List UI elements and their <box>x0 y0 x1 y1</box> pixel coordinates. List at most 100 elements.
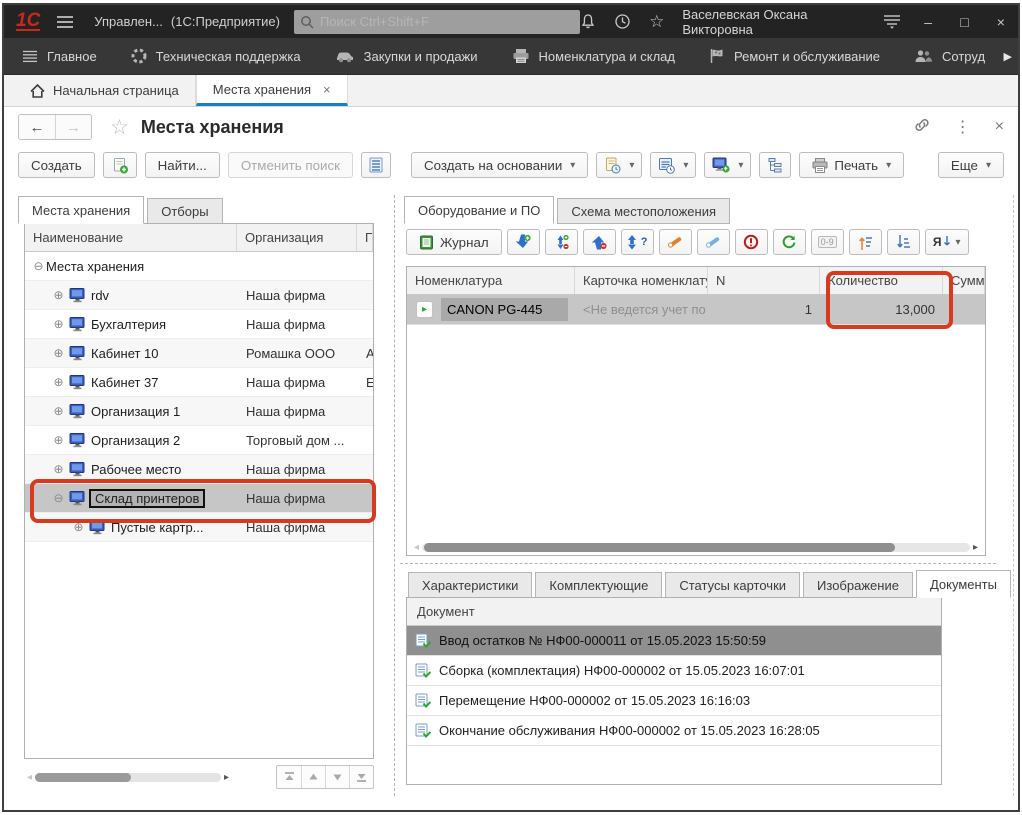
tree-hscrollbar[interactable] <box>35 773 221 782</box>
scroll-down-button[interactable] <box>325 766 349 788</box>
move-in-out-button[interactable] <box>545 229 578 255</box>
expand-icon[interactable]: ⊕ <box>51 462 66 476</box>
scroll-up-button[interactable] <box>301 766 325 788</box>
history-icon[interactable] <box>614 13 631 30</box>
tree-row[interactable]: ⊕ rdvНаша фирма <box>25 281 373 310</box>
service-button[interactable] <box>697 229 730 255</box>
notifications-bell-icon[interactable] <box>580 13 596 30</box>
expand-icon[interactable]: ⊕ <box>71 520 86 534</box>
tree-row[interactable]: ⊖ Склад принтеровНаша фирма <box>25 484 373 513</box>
get-link-icon[interactable] <box>913 117 931 138</box>
hscroll-thumb[interactable] <box>35 773 131 782</box>
forward-button[interactable]: → <box>55 115 91 139</box>
expand-icon[interactable]: ⊕ <box>51 317 66 331</box>
more-button[interactable]: Еще▾ <box>938 152 1004 178</box>
back-button[interactable]: ← <box>19 115 55 139</box>
form-close-icon[interactable]: × <box>995 118 1004 136</box>
sort-ascending-button[interactable] <box>849 229 882 255</box>
scroll-to-bottom-button[interactable] <box>349 766 373 788</box>
column-header-org[interactable]: Организация <box>237 224 357 251</box>
menu-item-purchases[interactable]: Закупки и продажи <box>335 49 478 64</box>
refresh-button[interactable] <box>773 229 806 255</box>
search-input[interactable]: Поиск Ctrl+Shift+F <box>294 10 580 34</box>
minimize-button[interactable]: – <box>919 14 937 30</box>
window-close-button[interactable]: × <box>992 14 1010 30</box>
create-based-on-button[interactable]: Создать на основании▾ <box>411 152 588 178</box>
tab-location-scheme[interactable]: Схема местоположения <box>557 198 730 224</box>
column-header-4[interactable]: Количество <box>820 267 943 294</box>
expand-icon[interactable]: ⊕ <box>51 288 66 302</box>
expand-icon[interactable]: ⊕ <box>51 375 66 389</box>
hscroll-thumb[interactable] <box>424 543 895 552</box>
create-button[interactable]: Создать <box>18 152 95 178</box>
tree-row[interactable]: ⊕ Рабочее местоНаша фирма <box>25 455 373 484</box>
detail-tab-1[interactable]: Характеристики <box>408 572 532 598</box>
maximize-button[interactable]: □ <box>955 14 973 30</box>
column-header-2[interactable]: Карточка номенклатуры <box>575 267 708 294</box>
journal-button[interactable]: Журнал <box>406 229 502 255</box>
tree-row[interactable]: ⊕ Кабинет 37Наша фирмаЕ <box>25 368 373 397</box>
sort-descending-button[interactable] <box>887 229 920 255</box>
document-row[interactable]: Окончание обслуживания НФ00-000002 от 15… <box>407 716 941 746</box>
hierarchy-view-button[interactable] <box>759 152 791 178</box>
print-button[interactable]: Печать▾ <box>799 152 904 178</box>
menu-item-nomenclature[interactable]: Номенклатура и склад <box>512 48 675 64</box>
tab-equipment[interactable]: Оборудование и ПО <box>404 196 554 224</box>
detail-tab-4[interactable]: Изображение <box>803 572 913 598</box>
find-button[interactable]: Найти... <box>145 152 220 178</box>
tree-row[interactable]: ⊕ Пустые картр...Наша фирма <box>25 513 373 542</box>
menu-overflow-arrow[interactable]: ▶ <box>1004 50 1012 63</box>
user-name[interactable]: Васелевская Оксана Викторовна <box>682 7 865 37</box>
expand-icon[interactable]: ⊕ <box>51 404 66 418</box>
tree-row[interactable]: ⊕ Кабинет 10Ромашка ОООА <box>25 339 373 368</box>
panel-splitter[interactable] <box>394 195 395 796</box>
menu-item-repair[interactable]: Ремонт и обслуживание <box>709 48 880 64</box>
hscroll-right-icon[interactable]: ▸ <box>221 772 232 783</box>
document-row[interactable]: Ввод остатков № НФ00-000011 от 15.05.202… <box>407 626 941 656</box>
scroll-to-top-button[interactable] <box>277 766 301 788</box>
menu-item-main[interactable]: Главное <box>22 49 97 64</box>
tree-row[interactable]: ⊕ БухгалтерияНаша фирма <box>25 310 373 339</box>
collapse-icon[interactable]: ⊖ <box>31 259 46 273</box>
create-group-button[interactable] <box>103 152 137 178</box>
detail-tab-2[interactable]: Комплектующие <box>535 572 662 598</box>
form-more-kebab-icon[interactable]: ⋮ <box>955 117 971 137</box>
favorites-star-icon[interactable]: ☆ <box>649 13 664 30</box>
hscroll-left-icon[interactable]: ◂ <box>411 542 422 553</box>
related-info-dropdown[interactable]: ▾ <box>704 152 751 178</box>
document-row[interactable]: Сборка (комплектация) НФ00-000002 от 15.… <box>407 656 941 686</box>
column-header-extra[interactable]: П <box>357 224 373 251</box>
column-header-3[interactable]: N <box>708 267 820 294</box>
tab-close-icon[interactable]: × <box>323 82 331 97</box>
column-header-1[interactable]: Номенклатура <box>407 267 575 294</box>
column-header-5[interactable]: Сумм <box>943 267 985 294</box>
hscroll-right-icon[interactable]: ▸ <box>970 542 981 553</box>
column-header-name[interactable]: Наименование <box>25 224 237 251</box>
detail-tab-5[interactable]: Документы <box>916 570 1011 598</box>
add-to-favorites-star-icon[interactable]: ☆ <box>110 115 129 140</box>
main-menu-icon[interactable] <box>56 15 74 29</box>
hscroll-left-icon[interactable]: ◂ <box>24 772 35 783</box>
column-header-document[interactable]: Документ <box>417 604 475 619</box>
tab-home[interactable]: Начальная страница <box>14 75 196 106</box>
equipment-row[interactable]: ▸CANON PG-445<Не ведется учет по ...113,… <box>407 295 985 325</box>
tree-row[interactable]: ⊕ Организация 1Наша фирма <box>25 397 373 426</box>
decommission-button[interactable] <box>735 229 768 255</box>
tab-filters[interactable]: Отборы <box>147 198 222 224</box>
detail-tab-3[interactable]: Статусы карточки <box>665 572 800 598</box>
writeoff-button[interactable] <box>583 229 616 255</box>
tab-storage-locations[interactable]: Места хранения × <box>196 75 348 106</box>
document-history-dropdown[interactable]: ▾ <box>596 152 642 178</box>
sort-alphabetical-dropdown[interactable]: Я▾ <box>925 229 969 255</box>
expand-icon[interactable]: ⊕ <box>51 433 66 447</box>
tree-row[interactable]: ⊕ Организация 2Торговый дом ... <box>25 426 373 455</box>
barcode-button[interactable]: 0-9 <box>811 229 844 255</box>
collapse-icon[interactable]: ⊖ <box>51 491 66 505</box>
menu-item-employees[interactable]: Сотруд <box>914 49 985 64</box>
tab-storage-tree[interactable]: Места хранения <box>18 196 144 224</box>
tree-row[interactable]: ⊖Места хранения <box>25 252 373 281</box>
expand-icon[interactable]: ⊕ <box>51 346 66 360</box>
section-splitter[interactable] <box>400 563 996 564</box>
equipment-hscrollbar[interactable] <box>422 543 970 552</box>
user-menu-icon[interactable] <box>883 14 901 29</box>
